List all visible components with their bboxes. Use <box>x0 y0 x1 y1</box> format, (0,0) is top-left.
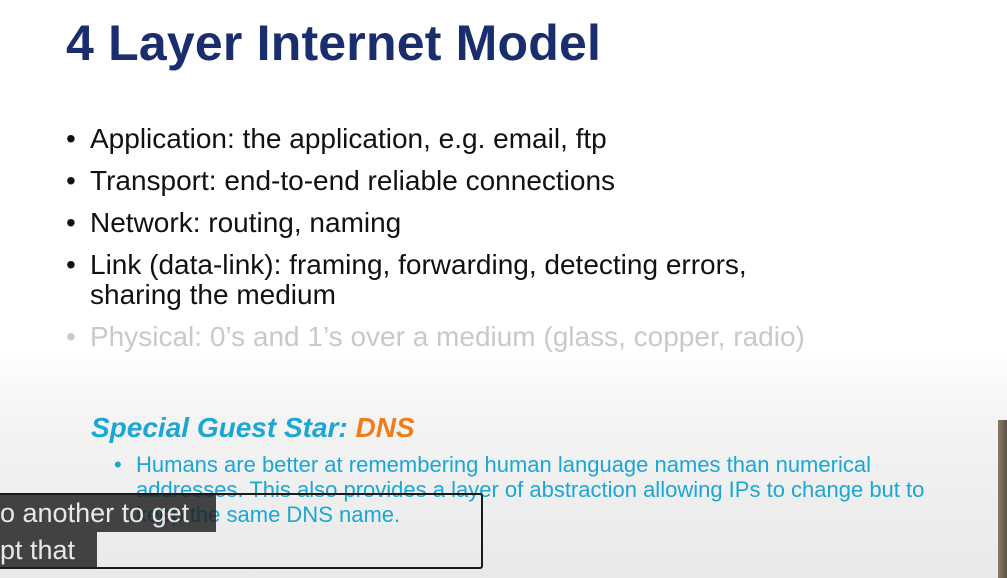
guest-heading: Special Guest Star: DNS <box>91 412 415 444</box>
bullet-list: Application: the application, e.g. email… <box>66 124 946 364</box>
bullet-text: Application: the application, e.g. email… <box>90 123 607 154</box>
bullet-application: Application: the application, e.g. email… <box>66 123 946 155</box>
caption-line-1: o another to get <box>0 495 216 532</box>
video-side-strip <box>998 420 1007 578</box>
guest-label: Special Guest Star: <box>91 412 356 443</box>
bullet-text: Physical: 0’s and 1’s over a medium (gla… <box>90 321 805 352</box>
guest-dns: DNS <box>355 412 415 443</box>
bullet-text-continued: sharing the medium <box>90 279 336 310</box>
caption-line-2: pt that <box>0 532 97 569</box>
bullet-text: Transport: end-to-end reliable connectio… <box>90 165 616 196</box>
bullet-network: Network: routing, naming <box>66 207 946 239</box>
bullet-transport: Transport: end-to-end reliable connectio… <box>66 165 946 197</box>
bullet-text: Link (data-link): framing, forwarding, d… <box>90 249 747 280</box>
bullet-physical: Physical: 0’s and 1’s over a medium (gla… <box>66 321 946 353</box>
bullet-text: Network: routing, naming <box>90 207 402 238</box>
slide-title: 4 Layer Internet Model <box>66 15 602 71</box>
bullet-link: Link (data-link): framing, forwarding, d… <box>66 250 946 310</box>
lecture-slide: 4 Layer Internet Model Application: the … <box>0 0 1007 578</box>
